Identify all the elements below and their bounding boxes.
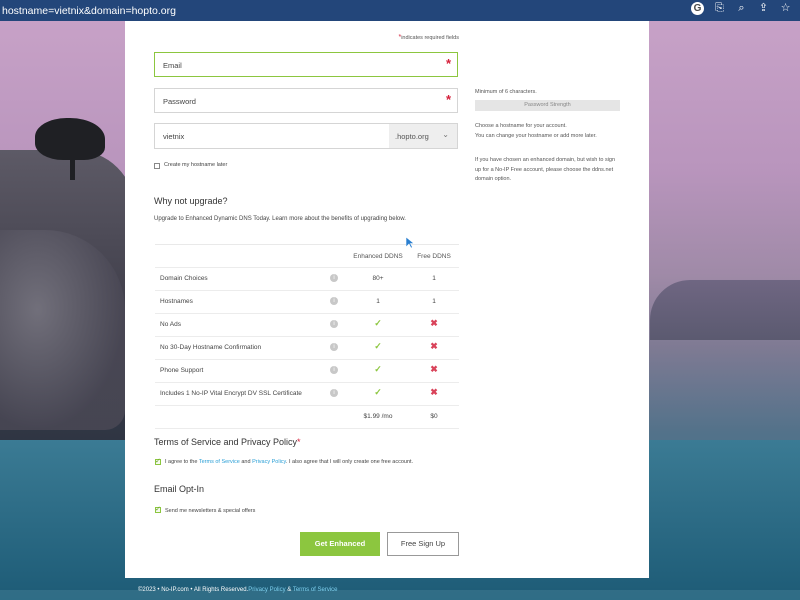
- terms-of-service-link[interactable]: Terms of Service: [199, 459, 240, 465]
- bookmark-star-icon[interactable]: ☆: [779, 2, 792, 15]
- password-min-hint: Minimum of 6 characters.: [475, 89, 537, 95]
- cross-icon: ✖: [430, 318, 438, 328]
- password-strength-meter: Password Strength: [475, 100, 620, 111]
- terms-heading: Terms of Service and Privacy Policy*: [154, 437, 301, 447]
- table-row: Domain Choices i 80+ 1: [155, 268, 459, 291]
- create-later-checkbox[interactable]: [154, 163, 160, 169]
- terms-label: I agree to the Terms of Service and Priv…: [165, 459, 414, 465]
- copyright-text: ©2023 • No-IP.com • All Rights Reserved.: [138, 587, 249, 593]
- table-row: Hostnames i 1 1: [155, 291, 459, 314]
- info-icon[interactable]: i: [330, 366, 338, 374]
- hill-background: [650, 280, 800, 340]
- password-field[interactable]: Password *: [154, 88, 458, 113]
- hostname-input[interactable]: vietnix .hopto.org ⌄: [154, 123, 458, 149]
- rock-highlight-background: [0, 230, 125, 430]
- enhanced-value: 80+: [372, 275, 384, 282]
- comparison-table: Enhanced DDNS Free DDNS Domain Choices i…: [155, 244, 459, 429]
- feature-label: Hostnames: [160, 298, 193, 305]
- footer-privacy-link[interactable]: Privacy Policy: [248, 587, 285, 593]
- password-placeholder: Password: [163, 97, 196, 106]
- newsletter-checkbox[interactable]: [155, 505, 161, 513]
- signup-card: *indicates required fields Email * Passw…: [125, 21, 649, 578]
- page-footer: ©2023 • No-IP.com • All Rights Reserved.…: [138, 587, 338, 593]
- info-icon[interactable]: i: [330, 343, 338, 351]
- translate-icon[interactable]: ⎘: [713, 2, 726, 15]
- feature-label: Includes 1 No-IP Vital Encrypt DV SSL Ce…: [160, 390, 302, 397]
- create-later-label: Create my hostname later: [164, 162, 228, 168]
- feature-label: Domain Choices: [160, 275, 208, 282]
- info-icon[interactable]: i: [330, 274, 338, 282]
- enhanced-value: 1: [376, 298, 380, 305]
- domain-value: .hopto.org: [395, 132, 429, 141]
- browser-toolbar-icons: G ⎘ ⌕ ⇪ ☆: [691, 2, 792, 15]
- check-icon: ✓: [374, 318, 382, 328]
- zoom-icon[interactable]: ⌕: [735, 2, 748, 15]
- col-free-header: Free DDNS: [417, 253, 451, 260]
- cross-icon: ✖: [430, 364, 438, 374]
- table-row: No 30-Day Hostname Confirmation i ✓ ✖: [155, 337, 459, 360]
- table-row: No Ads i ✓ ✖: [155, 314, 459, 337]
- upgrade-description: Upgrade to Enhanced Dynamic DNS Today. L…: [154, 216, 406, 222]
- required-asterisk-icon: *: [445, 92, 451, 107]
- email-field[interactable]: Email *: [154, 52, 458, 77]
- domain-select[interactable]: .hopto.org ⌄: [389, 124, 457, 148]
- email-optin-heading: Email Opt-In: [154, 484, 205, 494]
- free-value: 1: [432, 275, 436, 282]
- table-row: Phone Support i ✓ ✖: [155, 360, 459, 383]
- feature-label: No 30-Day Hostname Confirmation: [160, 344, 262, 351]
- terms-checkbox[interactable]: [155, 457, 161, 465]
- share-icon[interactable]: ⇪: [757, 2, 770, 15]
- google-icon[interactable]: G: [691, 2, 704, 15]
- chevron-down-icon: ⌄: [442, 130, 449, 139]
- cross-icon: ✖: [430, 341, 438, 351]
- enhanced-domain-help: If you have chosen an enhanced domain, b…: [475, 157, 616, 182]
- cross-icon: ✖: [430, 387, 438, 397]
- free-value: 1: [432, 298, 436, 305]
- footer-terms-link[interactable]: Terms of Service: [293, 587, 338, 593]
- col-enhanced-header: Enhanced DDNS: [353, 253, 403, 260]
- price-row: $1.99 /mo $0: [155, 406, 459, 429]
- info-icon[interactable]: i: [330, 320, 338, 328]
- email-placeholder: Email: [163, 61, 182, 70]
- free-price: $0: [430, 413, 438, 420]
- address-url[interactable]: hostname=vietnix&domain=hopto.org: [0, 5, 176, 17]
- info-icon[interactable]: i: [330, 297, 338, 305]
- required-fields-note: *indicates required fields: [398, 34, 459, 41]
- check-icon: ✓: [374, 341, 382, 351]
- privacy-policy-link[interactable]: Privacy Policy: [252, 459, 286, 465]
- browser-address-bar[interactable]: hostname=vietnix&domain=hopto.org G ⎘ ⌕ …: [0, 0, 800, 21]
- newsletter-label: Send me newsletters & special offers: [165, 508, 256, 514]
- required-asterisk-icon: *: [297, 437, 301, 447]
- check-icon: ✓: [374, 387, 382, 397]
- table-row: Includes 1 No-IP Vital Encrypt DV SSL Ce…: [155, 383, 459, 406]
- upgrade-heading: Why not upgrade?: [154, 196, 228, 206]
- feature-label: Phone Support: [160, 367, 204, 374]
- feature-label: No Ads: [160, 321, 181, 328]
- hostname-value: vietnix: [163, 132, 185, 141]
- enhanced-price: $1.99 /mo: [363, 413, 393, 420]
- check-icon: ✓: [374, 364, 382, 374]
- required-asterisk-icon: *: [445, 56, 451, 71]
- info-icon[interactable]: i: [330, 389, 338, 397]
- get-enhanced-button[interactable]: Get Enhanced: [300, 532, 380, 556]
- tree-trunk: [70, 150, 75, 180]
- hostname-help: Choose a hostname for your account. You …: [475, 123, 597, 139]
- free-signup-button[interactable]: Free Sign Up: [387, 532, 459, 556]
